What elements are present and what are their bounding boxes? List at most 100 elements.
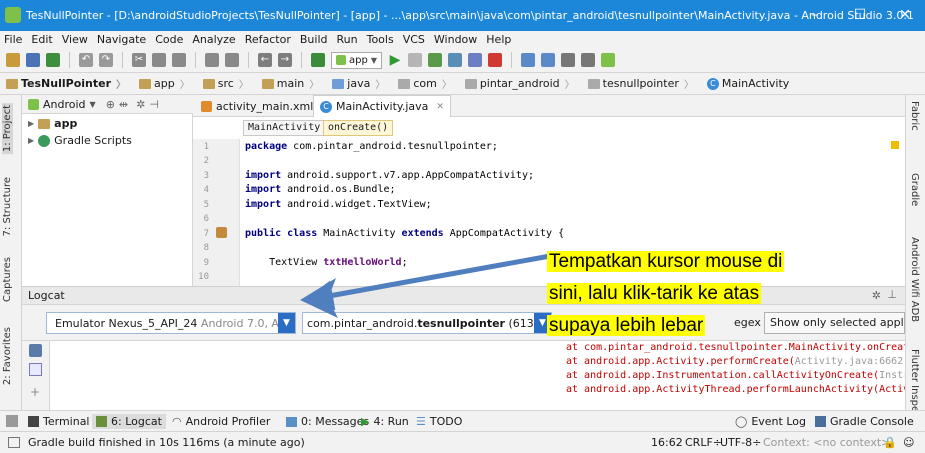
line-separator[interactable]: CRLF÷ — [685, 436, 722, 449]
tab-project[interactable]: 1: Project — [2, 103, 13, 155]
menu-window[interactable]: Window — [434, 33, 477, 46]
tree-item-app[interactable]: ▶ app — [28, 117, 77, 130]
stop-icon[interactable] — [487, 53, 502, 67]
process-select[interactable]: com.pintar_android. tesnullpointer (6131)… — [302, 312, 552, 334]
menu-help[interactable]: Help — [486, 33, 511, 46]
close-tab-icon[interactable]: ✕ — [436, 102, 444, 112]
breadcrumb-com[interactable]: com 〉 — [398, 73, 462, 95]
tab-fabric[interactable]: Fabric — [909, 101, 920, 131]
logcat-output[interactable]: at com.pintar_android.tesnullpointer.Mai… — [50, 341, 905, 410]
menu-run[interactable]: Run — [337, 33, 358, 46]
apply-changes-icon[interactable] — [407, 53, 422, 67]
tab-todo[interactable]: ☰ TODO — [412, 414, 466, 429]
layout-inspector-icon[interactable] — [580, 53, 595, 67]
paste-icon[interactable] — [172, 53, 186, 67]
tab-terminal[interactable]: Terminal — [24, 414, 94, 429]
maximize-button[interactable]: ☐ — [840, 4, 880, 26]
debug-icon[interactable] — [427, 53, 442, 67]
class-gutter-icon[interactable] — [216, 227, 227, 238]
expand-arrow-icon[interactable]: ▶ — [28, 136, 34, 145]
breadcrumb-mainactivity[interactable]: C MainActivity — [706, 73, 799, 95]
device-monitor-icon[interactable] — [600, 53, 615, 67]
expand-arrow-icon[interactable]: ▶ — [28, 119, 34, 128]
project-view-mode[interactable]: Android — [43, 98, 86, 111]
close-button[interactable]: ✕ — [885, 4, 925, 26]
back-icon[interactable]: ← — [258, 53, 272, 67]
tab-mainactivity-java[interactable]: C MainActivity.java ✕ — [313, 95, 451, 117]
lock-icon[interactable]: 🔒 — [883, 436, 897, 449]
open-folder-icon[interactable] — [6, 53, 20, 67]
copy-icon[interactable] — [152, 53, 166, 67]
scroll-to-end-icon[interactable] — [29, 363, 42, 376]
menu-tools[interactable]: Tools — [367, 33, 394, 46]
menu-build[interactable]: Build — [300, 33, 328, 46]
project-structure-icon[interactable] — [560, 53, 575, 67]
tab-captures[interactable]: Captures — [2, 257, 13, 302]
gear-icon[interactable]: ✲ — [136, 98, 145, 111]
analysis-status-icon[interactable] — [891, 141, 899, 149]
tab-gradle-console[interactable]: Gradle Console — [811, 414, 918, 429]
breadcrumb-pintar-android[interactable]: pintar_android 〉 — [464, 73, 585, 95]
tree-item-gradle-scripts[interactable]: ▶ Gradle Scripts — [28, 134, 132, 147]
make-project-icon[interactable] — [311, 53, 325, 67]
status-toggle-icon[interactable] — [8, 437, 20, 448]
profile-icon[interactable] — [447, 53, 462, 67]
avd-manager-icon[interactable] — [520, 53, 535, 67]
chevron-down-icon[interactable]: ▼ — [278, 313, 295, 333]
clear-logcat-icon[interactable] — [29, 344, 42, 357]
caret-position[interactable]: 16:62 — [651, 436, 683, 449]
device-select[interactable]: Emulator Nexus_5_API_24 Android 7.0, API… — [46, 312, 296, 334]
attach-debugger-icon[interactable] — [467, 53, 482, 67]
sync-icon[interactable] — [46, 53, 60, 67]
tab-logcat[interactable]: 6: Logcat — [92, 414, 166, 429]
collapse-all-icon[interactable]: ⇹ — [119, 98, 128, 111]
tab-favorites[interactable]: 2: Favorites — [2, 327, 13, 385]
menu-refactor[interactable]: Refactor — [245, 33, 291, 46]
breadcrumb-src[interactable]: src 〉 — [202, 73, 259, 95]
sdk-manager-icon[interactable] — [540, 53, 555, 67]
tab-android-profiler[interactable]: ◠ Android Profiler — [168, 414, 274, 429]
breadcrumb-tesnullpointer[interactable]: tesnullpointer 〉 — [587, 73, 704, 95]
sync-scroll-icon[interactable]: ⊕ — [106, 98, 115, 111]
cut-icon[interactable]: ✂ — [132, 53, 146, 67]
restart-icon[interactable]: + — [30, 385, 40, 399]
toggle-tool-windows-icon[interactable] — [6, 415, 18, 427]
logcat-side-toolbar: + — [22, 341, 50, 410]
menu-analyze[interactable]: Analyze — [192, 33, 235, 46]
save-icon[interactable] — [26, 53, 40, 67]
run-config-select[interactable]: app ▼ — [331, 51, 382, 69]
minimize-button[interactable]: – — [795, 4, 835, 26]
menu-vcs[interactable]: VCS — [403, 33, 425, 46]
module-folder-icon — [38, 118, 51, 129]
code-breadcrumb-class[interactable]: MainActivity — [243, 120, 326, 136]
tab-android-wifi-adb[interactable]: Android Wifi ADB — [909, 237, 920, 322]
status-message[interactable]: Gradle build finished in 10s 116ms (a mi… — [28, 436, 305, 449]
forward-icon[interactable]: → — [278, 53, 292, 67]
menu-bar: File Edit View Navigate Code Analyze Ref… — [0, 31, 925, 48]
breadcrumb-java[interactable]: java 〉 — [332, 73, 395, 95]
tab-structure[interactable]: 7: Structure — [2, 177, 13, 236]
menu-edit[interactable]: Edit — [31, 33, 52, 46]
gear-icon[interactable]: ✲ — [872, 289, 881, 302]
menu-file[interactable]: File — [4, 33, 22, 46]
menu-view[interactable]: View — [62, 33, 88, 46]
breadcrumb-main[interactable]: main 〉 — [261, 73, 329, 95]
hide-panel-icon[interactable]: ⊣ — [149, 98, 159, 111]
inspector-icon[interactable]: ☺ — [903, 436, 914, 449]
find-icon[interactable] — [205, 53, 219, 67]
undo-icon[interactable]: ↶ — [79, 53, 93, 67]
chevron-down-icon[interactable]: ▼ — [90, 100, 96, 109]
breadcrumb-project[interactable]: TesNullPointer 〉 — [6, 73, 136, 95]
redo-icon[interactable]: ↷ — [99, 53, 113, 67]
file-encoding[interactable]: UTF-8÷ — [720, 436, 761, 449]
hide-panel-icon[interactable]: ⊥ — [887, 288, 897, 301]
tab-gradle[interactable]: Gradle — [909, 173, 920, 206]
breadcrumb-app[interactable]: app 〉 — [139, 73, 200, 95]
menu-code[interactable]: Code — [155, 33, 183, 46]
replace-icon[interactable] — [225, 53, 239, 67]
menu-navigate[interactable]: Navigate — [97, 33, 146, 46]
tab-run[interactable]: ▶ 4: Run — [357, 414, 413, 429]
code-breadcrumb-method[interactable]: onCreate() — [323, 120, 394, 136]
tab-event-log[interactable]: ◯ Event Log — [731, 414, 810, 429]
run-icon[interactable]: ▶ — [388, 53, 402, 67]
